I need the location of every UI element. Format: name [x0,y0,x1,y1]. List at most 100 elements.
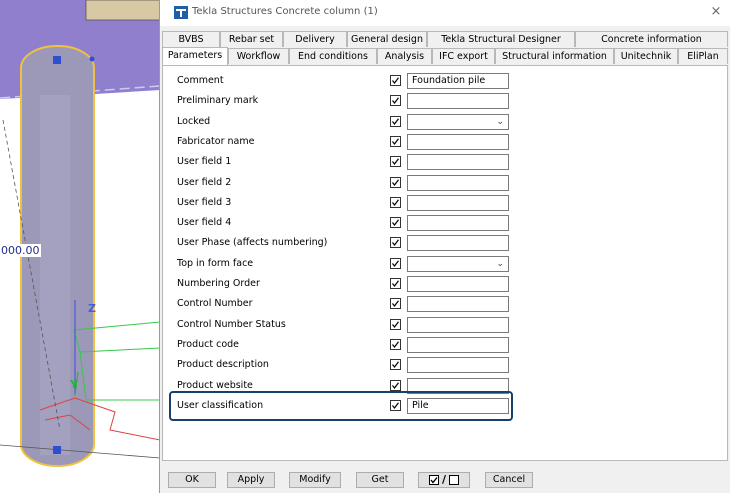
parameter-label: Control Number [177,298,253,309]
parameter-checkbox[interactable] [390,156,401,167]
parameter-label: User field 1 [177,156,232,167]
parameter-checkbox[interactable] [390,258,401,269]
parameter-checkbox[interactable] [390,319,401,330]
check-icon [392,138,399,145]
dimension-label: 000.00 [0,244,41,257]
tab-structural-information[interactable]: Structural information [495,48,614,64]
parameter-input[interactable] [407,378,509,394]
tab-bvbs[interactable]: BVBS [162,31,220,47]
apply-button[interactable]: Apply [227,472,275,488]
parameter-input[interactable] [407,93,509,109]
tab-tekla-structural-designer[interactable]: Tekla Structural Designer [427,31,575,47]
tab-rebar-set[interactable]: Rebar set [220,31,283,47]
parameter-label: Locked [177,116,211,127]
parameter-checkbox[interactable] [390,217,401,228]
tab-end-conditions[interactable]: End conditions [289,48,377,64]
get-button[interactable]: Get [356,472,404,488]
check-icon [392,97,399,104]
parameter-checkbox[interactable] [390,95,401,106]
parameter-row: User field 2 [163,173,723,193]
parameter-input[interactable] [407,337,509,353]
title-bar[interactable]: Tekla Structures Concrete column (1) × [160,0,730,26]
parameter-checkbox[interactable] [390,380,401,391]
window-title: Tekla Structures Concrete column (1) [192,6,378,17]
check-icon [392,321,399,328]
parameter-input[interactable] [407,235,509,251]
check-icon [392,118,399,125]
parameter-input[interactable] [407,175,509,191]
tab-concrete-information[interactable]: Concrete information [575,31,728,47]
parameter-row: Fabricator name [163,132,723,152]
parameter-input[interactable] [407,357,509,373]
parameters-panel: Comment Foundation pile Preliminary mark Lo… [162,65,728,461]
parameter-row: Numbering Order [163,274,723,294]
select-toggle-button[interactable]: / [418,472,470,488]
parameter-dropdown[interactable]: ⌄ [407,256,509,272]
parameter-label: User Phase (affects numbering) [177,237,328,248]
tab-workflow[interactable]: Workflow [228,48,289,64]
tab-ifc-export[interactable]: IFC export [432,48,495,64]
parameter-value: Pile [412,400,429,411]
parameter-checkbox[interactable] [390,197,401,208]
check-icon [392,199,399,206]
modify-button[interactable]: Modify [289,472,341,488]
parameter-input[interactable] [407,296,509,312]
parameter-checkbox[interactable] [390,339,401,350]
parameter-dropdown[interactable]: ⌄ [407,114,509,130]
parameter-checkbox[interactable] [390,237,401,248]
parameter-checkbox[interactable] [390,298,401,309]
parameter-input[interactable] [407,276,509,292]
tab-unitechnik[interactable]: Unitechnik [614,48,678,64]
check-icon [392,382,399,389]
tab-delivery[interactable]: Delivery [283,31,347,47]
parameter-row: Locked ⌄ [163,112,723,132]
button-bar: OK Apply Modify Get / Cancel [160,466,730,493]
parameter-label: Numbering Order [177,278,260,289]
parameter-row: Product description [163,355,723,375]
chevron-down-icon[interactable]: ⌄ [496,257,504,271]
check-icon [392,341,399,348]
parameter-label: Top in form face [177,258,254,269]
parameter-checkbox[interactable] [390,278,401,289]
parameter-row: Control Number Status [163,315,723,335]
check-icon [392,179,399,186]
parameter-label: Fabricator name [177,136,255,147]
model-viewport[interactable]: 000.00 Z Y [0,0,160,493]
parameter-label: Product code [177,339,240,350]
parameter-label: Product description [177,359,269,370]
unchecked-box-icon [449,475,460,485]
parameter-input[interactable] [407,154,509,170]
parameter-checkbox[interactable] [390,75,401,86]
close-button[interactable]: × [705,2,727,22]
ok-button[interactable]: OK [168,472,216,488]
parameter-label: Comment [177,75,224,86]
tab-analysis[interactable]: Analysis [377,48,432,64]
parameter-row: User Phase (affects numbering) [163,233,723,253]
parameter-row: Preliminary mark [163,91,723,111]
parameter-checkbox[interactable] [390,359,401,370]
parameter-checkbox[interactable] [390,136,401,147]
toggle-separator: / [441,473,447,486]
parameter-label: User field 3 [177,197,232,208]
parameter-checkbox[interactable] [390,400,401,411]
parameter-input[interactable] [407,134,509,150]
chevron-down-icon[interactable]: ⌄ [496,115,504,129]
parameter-input[interactable] [407,317,509,333]
parameter-checkbox[interactable] [390,116,401,127]
parameter-input[interactable] [407,215,509,231]
check-icon [392,219,399,226]
cancel-button[interactable]: Cancel [485,472,533,488]
parameter-input[interactable]: Foundation pile [407,73,509,89]
parameter-checkbox[interactable] [390,177,401,188]
tab-general-design[interactable]: General design [347,31,427,47]
parameter-label: Preliminary mark [177,95,259,106]
parameter-row: User field 3 [163,193,723,213]
parameter-row: User classification Pile [163,396,723,416]
tab-parameters[interactable]: Parameters [162,47,228,65]
parameter-label: User classification [177,400,264,411]
parameter-row: Top in form face ⌄ [163,254,723,274]
parameter-row: Control Number [163,294,723,314]
parameter-input[interactable]: Pile [407,398,509,414]
parameter-input[interactable] [407,195,509,211]
tab-eliplan[interactable]: EliPlan [678,48,728,64]
